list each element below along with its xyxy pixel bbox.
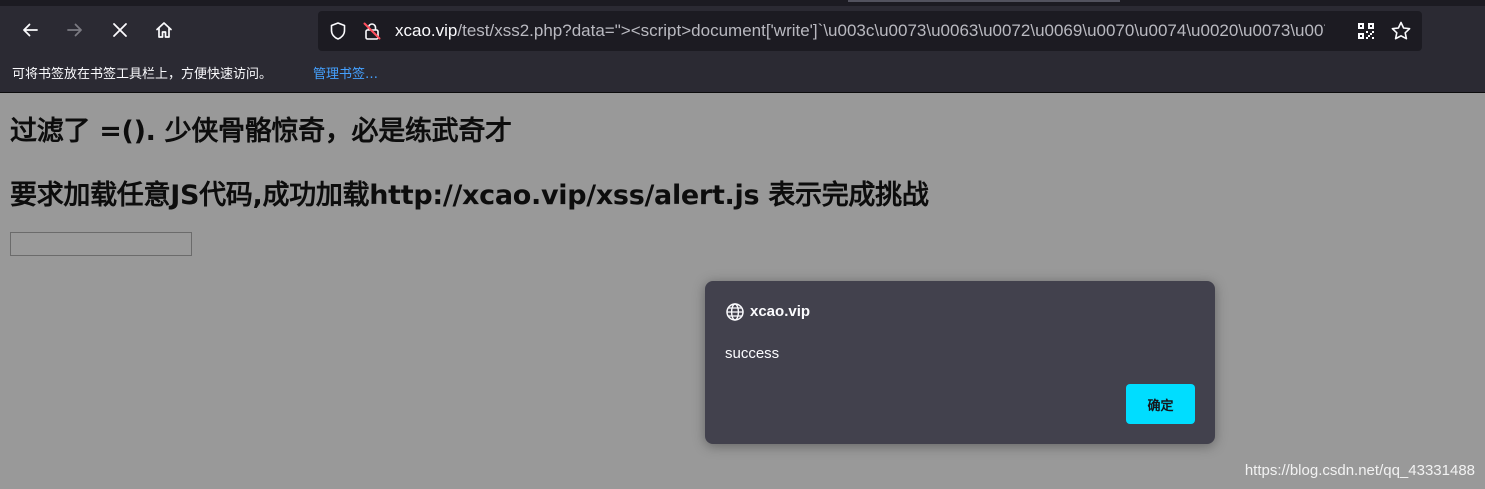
shield-icon[interactable] [328,21,348,41]
alert-dialog: xcao.vip success 确定 [705,281,1215,444]
ok-button[interactable]: 确定 [1126,384,1195,424]
arrow-right-icon [67,23,82,37]
page-heading-filter: 过滤了 =(). 少侠骨骼惊奇，必是练武奇才 [10,116,512,147]
home-button[interactable] [148,14,180,46]
back-button[interactable] [14,14,46,46]
dialog-title: xcao.vip [750,303,811,320]
arrow-left-icon [23,23,38,37]
qr-code-icon[interactable] [1356,21,1376,41]
url-path: /test/xss2.php?data="><script>document['… [457,21,1325,40]
star-icon[interactable] [1390,20,1412,42]
address-bar[interactable]: xcao.vip/test/xss2.php?data="><script>do… [318,11,1422,51]
browser-toolbar: xcao.vip/test/xss2.php?data="><script>do… [0,0,1485,62]
tab-indicator [848,0,1120,2]
close-icon [113,23,127,37]
text-input[interactable] [10,232,192,256]
insecure-lock-icon[interactable] [362,21,382,41]
bookmarks-hint: 可将书签放在书签工具栏上，方便快速访问。 [12,67,273,82]
dialog-message: success [725,345,780,362]
watermark: https://blog.csdn.net/qq_43331488 [1244,462,1475,479]
url-host: xcao.vip [395,21,458,40]
globe-icon [726,303,744,321]
manage-bookmarks-link[interactable]: 管理书签… [313,62,378,87]
page-heading-challenge: 要求加载任意JS代码,成功加载http://xcao.vip/xss/alert… [10,180,929,211]
stop-button[interactable] [104,14,136,46]
tab-strip-edge [0,0,1485,6]
forward-button[interactable] [59,14,91,46]
bookmarks-toolbar: 可将书签放在书签工具栏上，方便快速访问。 管理书签… [0,62,1485,93]
home-icon [156,22,172,38]
url-text[interactable]: xcao.vip/test/xss2.php?data="><script>do… [395,11,1325,51]
